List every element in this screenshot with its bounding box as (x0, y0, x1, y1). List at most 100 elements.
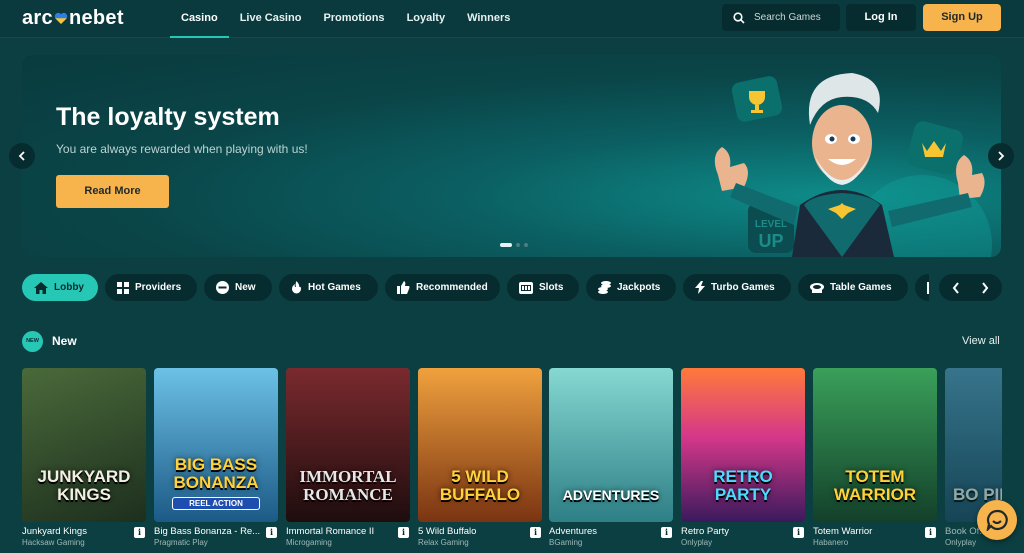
read-more-button[interactable]: Read More (56, 175, 169, 208)
info-icon[interactable]: i (134, 527, 145, 538)
nav-promotions[interactable]: Promotions (312, 0, 395, 38)
category-label: Hot Games (308, 282, 361, 293)
category-new[interactable]: New (204, 274, 272, 301)
slide-dot-3[interactable] (524, 243, 528, 247)
main-nav: Casino Live Casino Promotions Loyalty Wi… (170, 0, 521, 38)
category-jackpots[interactable]: Jackpots (586, 274, 676, 301)
category-next-button[interactable] (981, 281, 989, 299)
game-card-junkyard-kings[interactable]: JUNKYARD KINGS Junkyard Kings Hacksaw Ga… (22, 368, 146, 553)
flame-icon (292, 281, 301, 294)
game-card-totem-warrior[interactable]: TOTEM WARRIOR Totem Warrior Habanero i (813, 368, 937, 553)
game-provider: BGaming (549, 538, 583, 547)
category-lobby[interactable]: Lobby (22, 274, 98, 301)
game-thumbnail[interactable]: TOTEM WARRIOR (813, 368, 937, 522)
category-label: Recommended (416, 282, 488, 293)
game-card-retro-party[interactable]: RETRO PARTY Retro Party Onlyplay i (681, 368, 805, 553)
game-card-adventures[interactable]: ADVENTURES Adventures BGaming i (549, 368, 673, 553)
slide-dot-1[interactable] (500, 243, 512, 247)
chevron-left-icon (952, 282, 959, 294)
new-section-badge: NEW (22, 331, 43, 352)
game-thumbnail[interactable]: IMMORTAL ROMANCE (286, 368, 410, 522)
game-provider: Onlyplay (681, 538, 713, 547)
game-name[interactable]: 5 Wild Buffalo (418, 526, 528, 537)
category-hot-games[interactable]: Hot Games (279, 274, 378, 301)
search-placeholder: Search Games (754, 12, 821, 23)
game-name[interactable]: Retro Party (681, 526, 791, 537)
chevron-right-icon (998, 151, 1005, 161)
game-thumbnail[interactable]: BIG BASS BONANZA REEL ACTION (154, 368, 278, 522)
info-icon[interactable]: i (925, 527, 936, 538)
category-turbo-games[interactable]: Turbo Games (683, 274, 791, 301)
svg-text:UP: UP (758, 231, 783, 251)
game-art-title: ADVENTURES (562, 487, 660, 503)
category-recommended[interactable]: Recommended (385, 274, 500, 301)
category-bar: Lobby Providers New Hot Games Recommende… (22, 274, 929, 301)
coins-icon (598, 281, 611, 294)
game-provider: Microgaming (286, 538, 332, 547)
category-label: Lobby (54, 282, 84, 293)
search-games-input[interactable]: Search Games (722, 4, 840, 31)
category-label: Providers (135, 282, 182, 293)
game-art-title: RETRO PARTY (713, 467, 773, 504)
slot-machine-icon (519, 282, 533, 294)
nav-live-casino[interactable]: Live Casino (229, 0, 313, 38)
game-card-5-wild-buffalo[interactable]: 5 WILD BUFFALO 5 Wild Buffalo Relax Gami… (418, 368, 542, 553)
brand-logo[interactable]: arc nebet (22, 7, 124, 30)
category-label: New (235, 282, 256, 293)
grid-icon (117, 281, 129, 294)
new-badge-icon (216, 281, 229, 294)
live-chat-button[interactable] (977, 500, 1017, 540)
game-thumbnail[interactable]: RETRO PARTY (681, 368, 805, 522)
game-name[interactable]: Adventures (549, 526, 659, 537)
info-icon[interactable]: i (398, 527, 409, 538)
level-up-badge: LEVEL (755, 219, 787, 230)
hero-banner: The loyalty system You are always reward… (22, 55, 1001, 257)
game-card-immortal-romance[interactable]: IMMORTAL ROMANCE Immortal Romance II Mic… (286, 368, 410, 553)
logo-heart-icon (54, 12, 68, 24)
info-icon[interactable]: i (793, 527, 804, 538)
hero-next-button[interactable] (988, 143, 1014, 169)
game-card-big-bass-bonanza[interactable]: BIG BASS BONANZA REEL ACTION Big Bass Bo… (154, 368, 278, 553)
category-more-partial[interactable] (915, 274, 929, 301)
game-art-title: JUNKYARD KINGS (37, 467, 131, 504)
game-name[interactable]: Totem Warrior (813, 526, 923, 537)
logo-text-end: nebet (68, 7, 124, 29)
hero-subtitle: You are always rewarded when playing wit… (56, 142, 308, 156)
info-icon[interactable]: i (530, 527, 541, 538)
game-name[interactable]: Junkyard Kings (22, 526, 132, 537)
category-slots[interactable]: Slots (507, 274, 579, 301)
game-art-title: 5 WILD BUFFALO (439, 467, 521, 504)
category-providers[interactable]: Providers (105, 274, 197, 301)
game-provider: Onlyplay (945, 538, 977, 547)
game-art-title: BIG BASS BONANZA (173, 455, 259, 492)
category-table-games[interactable]: Table Games (798, 274, 908, 301)
hero-prev-button[interactable] (9, 143, 35, 169)
view-all-link[interactable]: View all (962, 335, 1000, 347)
info-icon[interactable]: i (661, 527, 672, 538)
hero-title: The loyalty system (56, 103, 280, 131)
top-header: arc nebet Casino Live Casino Promotions L… (0, 0, 1024, 38)
signup-button[interactable]: Sign Up (923, 4, 1001, 31)
game-thumbnail[interactable]: JUNKYARD KINGS (22, 368, 146, 522)
category-label: Table Games (830, 282, 892, 293)
game-thumbnail[interactable]: ADVENTURES (549, 368, 673, 522)
slide-dot-2[interactable] (516, 243, 520, 247)
info-icon[interactable]: i (266, 527, 277, 538)
login-button[interactable]: Log In (846, 4, 916, 31)
category-label: Turbo Games (711, 282, 775, 293)
game-thumbnail[interactable]: BO PIN (945, 368, 1002, 522)
game-provider: Hacksaw Gaming (22, 538, 85, 547)
game-name[interactable]: Immortal Romance II (286, 526, 396, 537)
chevron-right-icon (982, 282, 989, 294)
category-label: Jackpots (617, 282, 661, 293)
nav-casino[interactable]: Casino (170, 0, 229, 38)
game-provider: Habanero (813, 538, 849, 547)
nav-loyalty[interactable]: Loyalty (396, 0, 457, 38)
game-provider: Relax Gaming (418, 538, 469, 547)
section-title: New (52, 334, 77, 348)
game-thumbnail[interactable]: 5 WILD BUFFALO (418, 368, 542, 522)
game-name[interactable]: Big Bass Bonanza - Re... (154, 526, 264, 537)
category-prev-button[interactable] (952, 281, 960, 299)
game-art-title: IMMORTAL ROMANCE (299, 467, 397, 504)
nav-winners[interactable]: Winners (456, 0, 521, 38)
